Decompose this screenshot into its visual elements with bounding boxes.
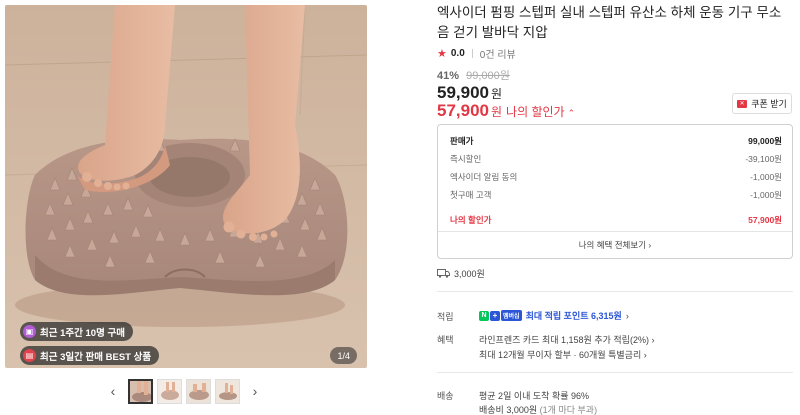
discount-percent: 41%	[437, 70, 460, 82]
best-seller-badge: ▤ 최근 3일간 판매 BEST 상품	[20, 346, 160, 365]
thumbnail-2[interactable]	[157, 378, 182, 404]
price-breakdown-panel: 판매가 99,000원 즉시할인 -39,100원 엑사이더 알림 동의 -1,…	[437, 124, 793, 259]
view-all-benefits-link[interactable]: 나의 혜택 전체보기 ›	[438, 239, 792, 251]
sale-price: 59,900 원	[437, 83, 502, 103]
gift-icon: ▤	[23, 349, 36, 362]
chevron-right-icon: ›	[625, 310, 629, 321]
rating-summary: ★ 0.0 0건 리뷰	[437, 46, 516, 61]
breakdown-value: -39,100원	[745, 154, 782, 164]
my-price-label: 나의 할인가	[506, 105, 565, 119]
benefits-label: 혜택	[437, 335, 454, 345]
divider	[437, 372, 793, 373]
breakdown-value: 99,000원	[748, 136, 782, 146]
breakdown-total-label: 나의 할인가	[450, 215, 492, 225]
recent-purchase-text: 최근 1주간 10명 구매	[40, 327, 125, 339]
thumbnail-4[interactable]	[215, 378, 240, 404]
breakdown-row: 엑사이더 알림 동의 -1,000원	[450, 171, 782, 183]
star-icon: ★	[437, 48, 447, 60]
breakdown-total-value: 57,900원	[748, 215, 782, 225]
chevron-right-icon: ›	[648, 240, 652, 250]
best-seller-text: 최근 3일간 판매 BEST 상품	[40, 351, 152, 363]
membership-tag: 멤버십	[501, 310, 522, 321]
original-price: 99,000원	[466, 70, 510, 82]
thumbnail-1[interactable]	[128, 378, 153, 404]
delivery-eta: 평균 2일 이내 도착 확률 96%	[479, 391, 590, 401]
next-image-button[interactable]: ›	[244, 379, 266, 403]
points-text: 최대 적립 포인트 6,315원	[525, 311, 622, 321]
breakdown-value: -1,000원	[750, 172, 782, 182]
points-label: 적립	[437, 312, 454, 322]
breakdown-row: 첫구매 고객 -1,000원	[450, 189, 782, 201]
sale-price-unit: 원	[491, 87, 503, 101]
product-page: ▣ 최근 1주간 10명 구매 ▤ 최근 3일간 판매 BEST 상품 1/4 …	[0, 0, 800, 415]
main-product-image[interactable]: ▣ 최근 1주간 10명 구매 ▤ 최근 3일간 판매 BEST 상품 1/4	[5, 5, 367, 368]
breakdown-label: 첫구매 고객	[450, 190, 492, 200]
breakdown-row: 즉시할인 -39,100원	[450, 153, 782, 165]
my-price-value: 57,900	[437, 101, 489, 120]
my-discount-price[interactable]: 57,900 원 나의 할인가 ⌃	[437, 101, 575, 121]
divider	[438, 231, 792, 232]
plus-icon: +	[490, 310, 500, 321]
prev-image-button[interactable]: ‹	[102, 379, 124, 403]
view-all-benefits-label: 나의 혜택 전체보기	[578, 240, 647, 250]
card-benefit-link[interactable]: 라인프렌즈 카드 최대 1,158원 추가 적립(2%) ›	[479, 333, 654, 346]
divider	[437, 291, 793, 292]
breakdown-row: 판매가 99,000원	[450, 135, 782, 147]
delivery-fee-note: (1개 마다 부과)	[539, 405, 598, 415]
truck-icon	[437, 269, 450, 278]
coupon-button-label: 쿠폰 받기	[751, 99, 787, 109]
thumbnail-3[interactable]	[186, 378, 211, 404]
breakdown-label: 판매가	[450, 136, 474, 146]
chevron-left-icon: ‹	[110, 383, 116, 399]
product-title: 엑사이더 펌핑 스텝퍼 실내 스텝퍼 유산소 하체 운동 기구 무소음 걷기 발…	[437, 5, 782, 40]
review-count-link[interactable]: 0건 리뷰	[480, 46, 516, 61]
chevron-right-icon: ›	[252, 383, 258, 399]
discount-line: 41% 99,000원	[437, 67, 510, 83]
my-price-unit: 원	[491, 105, 503, 119]
shipping-fee: 3,000원	[437, 267, 485, 280]
delivery-fee: 배송비 3,000원 (1개 마다 부과)	[479, 403, 597, 415]
coupon-icon: ✕	[737, 99, 748, 108]
installment-benefit-text: 최대 12개월 무이자 할부 · 60개월 특별금리	[479, 350, 642, 360]
shipping-fee-value: 3,000원	[454, 269, 485, 279]
thumbnail-strip: ‹ ›	[0, 375, 368, 407]
rating-score: 0.0	[450, 48, 465, 59]
breakdown-value: -1,000원	[750, 190, 782, 200]
installment-benefit-link[interactable]: 최대 12개월 무이자 할부 · 60개월 특별금리 ›	[479, 348, 647, 361]
coupon-button[interactable]: ✕ 쿠폰 받기	[732, 93, 792, 114]
breakdown-label: 즉시할인	[450, 154, 482, 164]
divider	[471, 49, 473, 58]
image-counter: 1/4	[330, 347, 357, 364]
chevron-up-icon: ⌃	[567, 108, 576, 118]
breakdown-label: 엑사이더 알림 동의	[450, 172, 518, 182]
chevron-right-icon: ›	[643, 350, 647, 360]
delivery-fee-text: 배송비 3,000원	[479, 405, 538, 415]
card-benefit-text: 라인프렌즈 카드 최대 1,158원 추가 적립(2%)	[479, 335, 649, 345]
shopping-bag-icon: ▣	[23, 325, 36, 338]
naver-n-icon: N	[479, 310, 489, 321]
breakdown-total-row: 나의 할인가 57,900원	[450, 214, 782, 226]
delivery-label: 배송	[437, 391, 454, 401]
sale-price-value: 59,900	[437, 83, 489, 102]
product-gallery: ▣ 최근 1주간 10명 구매 ▤ 최근 3일간 판매 BEST 상품 1/4 …	[0, 0, 368, 415]
recent-purchase-badge: ▣ 최근 1주간 10명 구매	[20, 322, 133, 341]
chevron-right-icon: ›	[651, 335, 655, 345]
naver-membership-badge: N + 멤버십	[479, 310, 522, 321]
points-link[interactable]: N + 멤버십 최대 적립 포인트 6,315원 ›	[479, 309, 629, 322]
